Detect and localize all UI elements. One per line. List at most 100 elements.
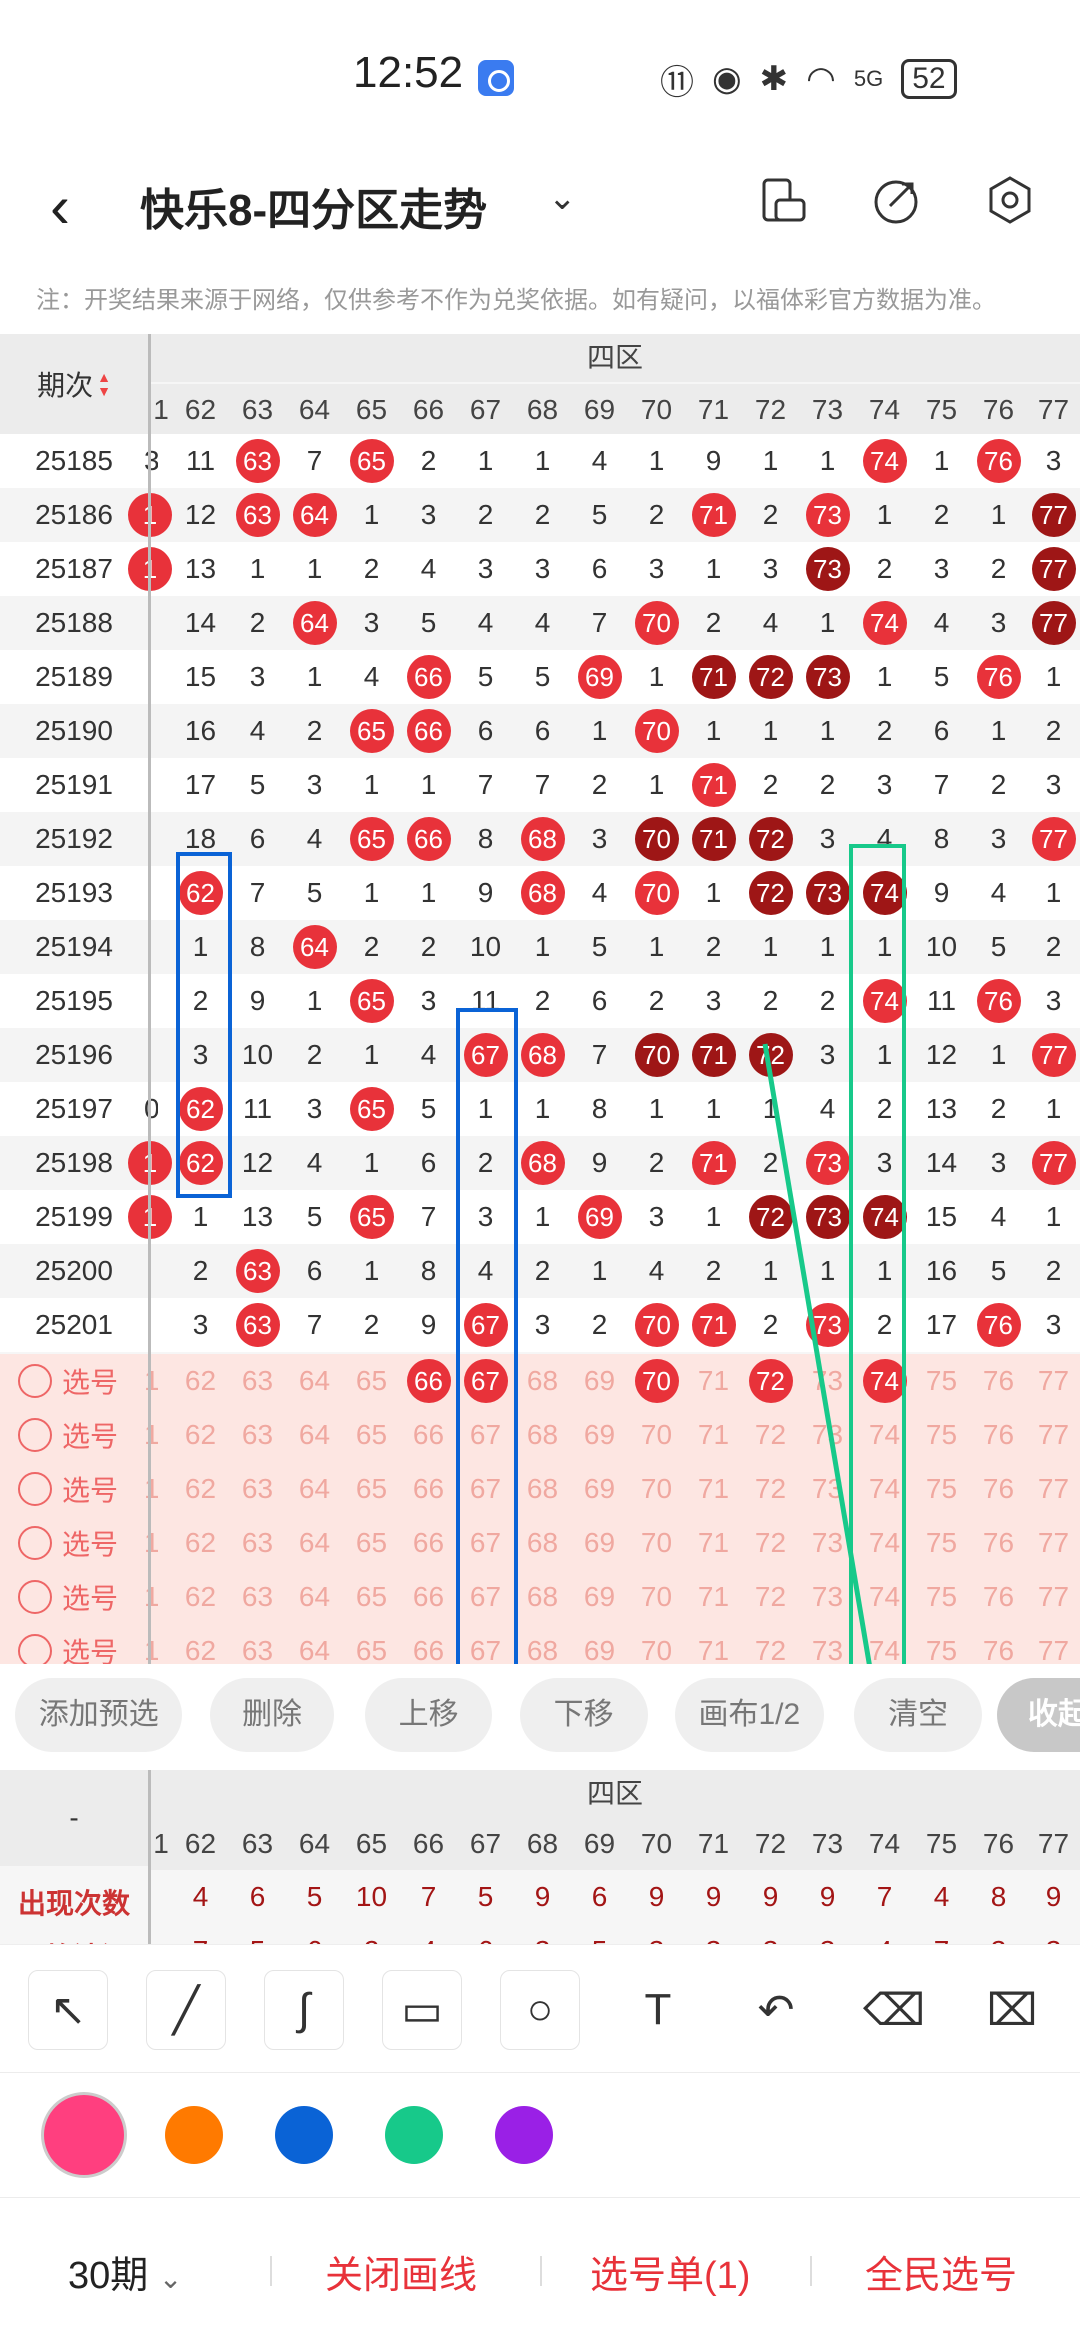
sort-icon[interactable]: ▲ ▼ (97, 370, 111, 398)
pick-number[interactable]: 1 (144, 1462, 158, 1516)
pick-number[interactable]: 73 (799, 1408, 856, 1462)
action-button-2[interactable]: 删除 (209, 1678, 335, 1752)
pick-number[interactable]: 71 (685, 1462, 742, 1516)
action-button-3[interactable]: 上移 (364, 1678, 493, 1752)
pick-number[interactable]: 74 (856, 1516, 913, 1570)
pick-ball[interactable]: 72 (748, 1359, 793, 1403)
pick-number[interactable]: 62 (172, 1570, 229, 1624)
screen-rotate-icon[interactable] (756, 172, 812, 228)
radio-circle-icon[interactable] (18, 1634, 52, 1668)
issue-number[interactable]: 25193 (0, 866, 148, 920)
issue-number[interactable]: 25187 (0, 542, 148, 596)
pick-number[interactable]: 75 (913, 1570, 970, 1624)
clear-tool-button[interactable]: ⌧ (972, 1970, 1052, 2050)
pick-number[interactable]: 68 (514, 1462, 571, 1516)
circle-tool-button[interactable]: ○ (500, 1970, 580, 2050)
pick-number[interactable]: 63 (229, 1570, 286, 1624)
pick-number[interactable]: 75 (913, 1408, 970, 1462)
pick-number[interactable]: 65 (343, 1516, 400, 1570)
pick-number[interactable]: 1 (144, 1408, 158, 1462)
pick-number[interactable]: 68 (514, 1516, 571, 1570)
action-button-7[interactable]: 收起 (997, 1678, 1080, 1752)
pick-ball[interactable]: 70 (634, 1359, 679, 1403)
line-tool-button[interactable]: ╱ (146, 1970, 226, 2050)
pick-number[interactable]: 75 (913, 1354, 970, 1408)
pick-number[interactable]: 77 (1027, 1570, 1080, 1624)
pick-number[interactable]: 62 (172, 1354, 229, 1408)
pick-number[interactable]: 68 (514, 1570, 571, 1624)
pick-number[interactable]: 67 (457, 1516, 514, 1570)
pick-number[interactable]: 71 (685, 1516, 742, 1570)
radio-circle-icon[interactable] (18, 1364, 52, 1398)
arrow-tool-button[interactable]: ↖ (28, 1970, 108, 2050)
pick-number[interactable]: 65 (343, 1570, 400, 1624)
pick-number[interactable]: 62 (172, 1516, 229, 1570)
pick-ball[interactable]: 74 (862, 1359, 907, 1403)
pick-number[interactable]: 77 (1027, 1354, 1080, 1408)
pick-number[interactable]: 77 (1027, 1516, 1080, 1570)
issue-number[interactable]: 25198 (0, 1136, 148, 1190)
color-swatch[interactable] (385, 2106, 443, 2164)
rect-tool-button[interactable]: ▭ (382, 1970, 462, 2050)
pick-number[interactable]: 67 (457, 1462, 514, 1516)
pick-number[interactable]: 73 (799, 1570, 856, 1624)
pick-number[interactable]: 64 (286, 1462, 343, 1516)
pick-number[interactable]: 72 (742, 1462, 799, 1516)
text-tool-button[interactable]: T (618, 1970, 698, 2050)
pick-number[interactable]: 71 (685, 1570, 742, 1624)
pick-number[interactable]: 62 (172, 1462, 229, 1516)
pick-number[interactable]: 76 (970, 1354, 1027, 1408)
pick-number[interactable]: 64 (286, 1354, 343, 1408)
pick-number[interactable]: 75 (913, 1516, 970, 1570)
radio-circle-icon[interactable] (18, 1580, 52, 1614)
radio-circle-icon[interactable] (18, 1526, 52, 1560)
issue-number[interactable]: 25195 (0, 974, 148, 1028)
eraser-tool-button[interactable]: ⌫ (854, 1970, 934, 2050)
pick-number[interactable]: 63 (229, 1516, 286, 1570)
issue-number[interactable]: 25196 (0, 1028, 148, 1082)
pick-number[interactable]: 63 (229, 1408, 286, 1462)
close-draw-button[interactable]: 关闭画线 (325, 2244, 477, 2299)
pick-ball[interactable]: 67 (463, 1359, 508, 1403)
pick-number[interactable]: 66 (400, 1408, 457, 1462)
issue-number[interactable]: 25192 (0, 812, 148, 866)
pick-number[interactable]: 70 (628, 1516, 685, 1570)
pick-number[interactable]: 73 (799, 1516, 856, 1570)
pick-row-select[interactable]: 选号 (18, 1570, 148, 1624)
action-button-4[interactable]: 下移 (519, 1678, 648, 1752)
chevron-down-icon[interactable]: ⌄ (548, 178, 577, 218)
pick-number[interactable]: 69 (571, 1462, 628, 1516)
issue-number[interactable]: 25188 (0, 596, 148, 650)
action-button-5[interactable]: 画布1/2 (674, 1678, 824, 1752)
pick-number[interactable]: 70 (628, 1408, 685, 1462)
pick-number[interactable]: 77 (1027, 1408, 1080, 1462)
issue-number[interactable]: 25185 (0, 434, 148, 488)
pick-number[interactable]: 62 (172, 1408, 229, 1462)
pick-ball[interactable]: 66 (406, 1359, 451, 1403)
pick-number[interactable]: 73 (799, 1354, 856, 1408)
pick-number[interactable]: 65 (343, 1462, 400, 1516)
pick-number[interactable]: 63 (229, 1462, 286, 1516)
pick-number[interactable]: 64 (286, 1516, 343, 1570)
issue-number[interactable]: 25186 (0, 488, 148, 542)
pick-number[interactable]: 71 (685, 1408, 742, 1462)
color-swatch[interactable] (165, 2106, 223, 2164)
pick-number[interactable]: 69 (571, 1408, 628, 1462)
pick-number[interactable]: 64 (286, 1408, 343, 1462)
share-icon[interactable] (868, 172, 924, 228)
issue-number[interactable]: 25189 (0, 650, 148, 704)
pick-number[interactable]: 63 (229, 1354, 286, 1408)
pick-number[interactable]: 77 (1027, 1462, 1080, 1516)
pick-number[interactable]: 74 (856, 1462, 913, 1516)
undo-tool-button[interactable]: ↶ (736, 1970, 816, 2050)
pick-number[interactable]: 76 (970, 1408, 1027, 1462)
pick-number[interactable]: 67 (457, 1570, 514, 1624)
pick-row-select[interactable]: 选号 (18, 1516, 148, 1570)
pick-number[interactable]: 72 (742, 1516, 799, 1570)
pick-number[interactable]: 72 (742, 1408, 799, 1462)
issue-number[interactable]: 25191 (0, 758, 148, 812)
pick-number[interactable]: 66 (400, 1570, 457, 1624)
issue-number[interactable]: 25199 (0, 1190, 148, 1244)
pick-row-select[interactable]: 选号 (18, 1354, 148, 1408)
pick-list-button[interactable]: 选号单(1) (590, 2244, 750, 2299)
